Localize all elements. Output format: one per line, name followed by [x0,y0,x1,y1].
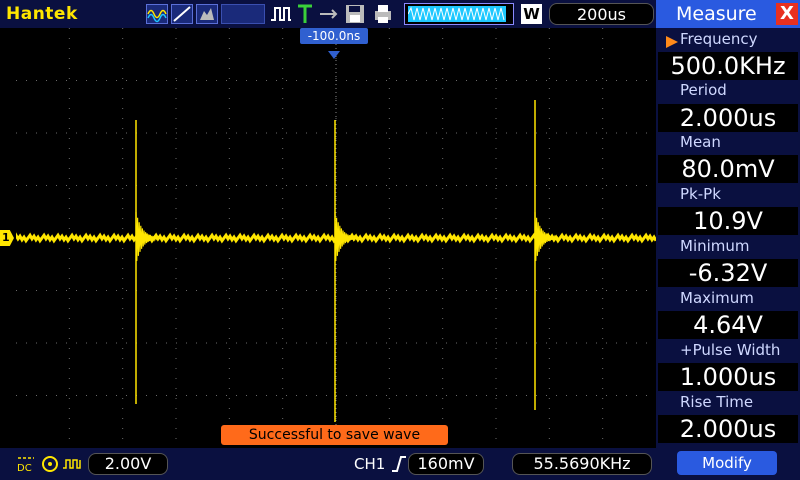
volts-per-div[interactable]: 2.00V [88,453,168,475]
timebase-display[interactable]: 200us [549,3,654,25]
save-status-toast: Successful to save wave [221,425,448,445]
modify-button[interactable]: Modify [677,451,777,475]
measure-label-minimum[interactable]: Minimum [656,237,800,255]
trigger-icon[interactable] [296,3,314,25]
memory-wave-icon [407,6,506,22]
measure-value-pulse-width: 1.000us [658,363,798,391]
measure-label-maximum[interactable]: Maximum [656,289,800,307]
trigger-level[interactable]: 160mV [408,453,484,475]
measure-value-frequency: 500.0KHz [658,52,798,80]
status-slot [221,4,265,24]
bandwidth-limit-icon[interactable] [62,454,84,474]
ch1-ringing [135,211,160,261]
dc-coupling-icon[interactable]: DC [16,454,36,474]
trigger-offset-badge[interactable]: -100.0ns [300,28,368,44]
measure-label-period[interactable]: Period [656,81,800,99]
pulse-icon[interactable] [270,5,292,23]
ramp-icon[interactable] [171,4,193,24]
frequency-counter: 55.5690KHz [512,453,652,475]
save-icon[interactable] [344,3,366,25]
rising-edge-icon[interactable] [390,455,408,473]
window-mode-badge[interactable]: W [521,4,542,24]
measure-label-pkpk[interactable]: Pk-Pk [656,185,800,203]
usb-icon[interactable] [318,5,340,23]
trigger-position-icon [328,44,340,59]
measure-value-rise-time: 2.000us [658,415,798,443]
persistence-icon[interactable] [196,4,218,24]
probe-icon[interactable] [40,454,60,474]
waveform-icon[interactable] [146,4,168,24]
measure-value-minimum: -6.32V [658,259,798,287]
ch1-ringing [334,211,359,261]
measure-label-frequency[interactable]: Frequency [656,30,800,48]
measure-label-mean[interactable]: Mean [656,133,800,151]
measure-panel-title: Measure [676,3,757,25]
print-icon[interactable] [372,3,394,25]
measure-value-mean: 80.0mV [658,155,798,183]
ch1-ringing [534,211,559,261]
close-button[interactable]: X [776,3,798,25]
svg-text:DC: DC [17,463,32,474]
measure-value-period: 2.000us [658,104,798,132]
graticule [14,28,658,448]
ch1-level-marker[interactable]: 1 [0,230,14,246]
measure-label-rise-time[interactable]: Rise Time [656,393,800,411]
measure-label-pulse-width[interactable]: +Pulse Width [656,341,800,359]
waveform-display[interactable] [14,28,658,448]
measure-value-maximum: 4.64V [658,311,798,339]
measure-value-pkpk: 10.9V [658,207,798,235]
brand-logo: Hantek [6,4,78,24]
channel-label: CH1 [354,455,386,473]
